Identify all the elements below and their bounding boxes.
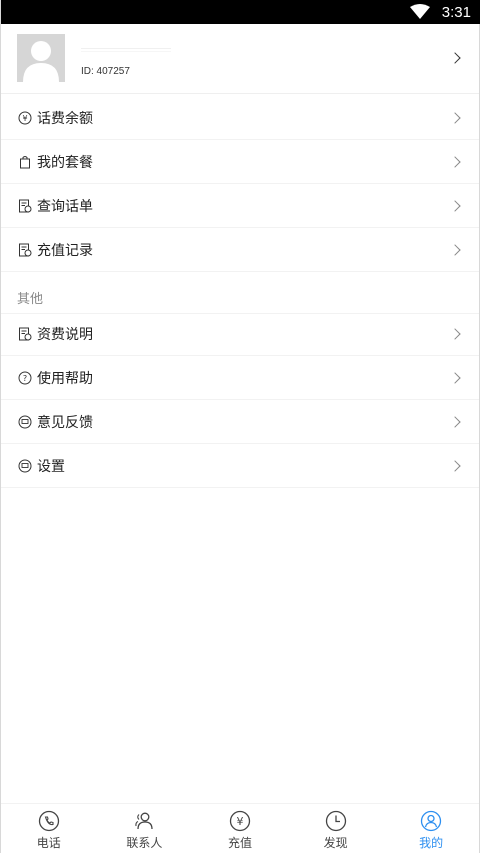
question-circle-icon: ?: [18, 371, 32, 385]
chevron-right-icon: [449, 460, 461, 472]
tab-label: 发现: [323, 836, 348, 850]
chevron-right-icon: [449, 200, 461, 212]
menu-item-call-records[interactable]: 查询话单: [1, 184, 479, 228]
phone-icon: [38, 810, 59, 832]
status-bar: 3:31: [1, 0, 480, 24]
menu-item-feedback[interactable]: 意见反馈: [1, 400, 479, 444]
chevron-right-icon: [449, 112, 461, 124]
yen-circle-icon: ¥: [18, 111, 32, 125]
chat-icon: [18, 415, 32, 429]
bill-clock-icon: [18, 327, 32, 341]
avatar[interactable]: [17, 34, 65, 82]
person-icon: [421, 810, 442, 832]
contacts-icon: [135, 812, 154, 830]
tab-discover[interactable]: 发现: [288, 804, 384, 853]
chevron-right-icon: [449, 156, 461, 168]
tab-recharge[interactable]: ¥ 充值: [192, 804, 288, 853]
profile-name-placeholder: [81, 48, 171, 52]
menu-item-label: 话费余额: [37, 111, 93, 127]
tab-phone[interactable]: 电话: [1, 804, 97, 853]
menu-item-my-plan[interactable]: 我的套餐: [1, 140, 479, 184]
yen-circle-icon: ¥: [229, 810, 251, 832]
menu-item-label: 资费说明: [37, 327, 93, 343]
menu-item-label: 充值记录: [37, 243, 93, 259]
menu-item-label: 查询话单: [37, 199, 93, 215]
chevron-right-icon: [449, 52, 461, 64]
status-time: 3:31: [441, 3, 471, 21]
menu-item-help[interactable]: ? 使用帮助: [1, 356, 479, 400]
menu-item-label: 设置: [37, 459, 65, 475]
bag-icon: [18, 155, 32, 169]
tab-contacts[interactable]: 联系人: [97, 804, 193, 853]
clock-icon: [325, 810, 346, 832]
tab-me[interactable]: 我的: [383, 804, 479, 853]
menu-item-label: 意见反馈: [37, 415, 93, 431]
menu-item-recharge-history[interactable]: 充值记录: [1, 228, 479, 272]
menu-item-tariff-info[interactable]: 资费说明: [1, 312, 479, 356]
wifi-icon: [409, 4, 430, 19]
bill-clock-icon: [18, 199, 32, 213]
tab-label: 联系人: [126, 836, 163, 850]
profile-id: ID: 407257: [81, 66, 130, 77]
chevron-right-icon: [449, 244, 461, 256]
bill-clock-icon: [18, 243, 32, 257]
tab-label: 充值: [227, 836, 252, 850]
chevron-right-icon: [449, 328, 461, 340]
tab-label: 电话: [36, 836, 61, 850]
section-header-other: 其他: [1, 274, 479, 314]
svg-text:?: ?: [23, 374, 27, 383]
svg-text:¥: ¥: [22, 114, 27, 123]
menu-item-settings[interactable]: 设置: [1, 444, 479, 488]
chat-icon: [18, 459, 32, 473]
menu-item-label: 使用帮助: [37, 371, 93, 387]
menu-item-label: 我的套餐: [37, 155, 93, 171]
section-title: 其他: [17, 292, 44, 307]
bottom-tab-bar: 电话 联系人 ¥ 充值 发现 我的: [1, 803, 479, 853]
profile-header[interactable]: ID: 407257: [1, 24, 479, 94]
svg-text:¥: ¥: [236, 815, 243, 828]
chevron-right-icon: [449, 372, 461, 384]
tab-label: 我的: [419, 836, 444, 850]
chevron-right-icon: [449, 416, 461, 428]
menu-item-balance[interactable]: ¥ 话费余额: [1, 96, 479, 140]
